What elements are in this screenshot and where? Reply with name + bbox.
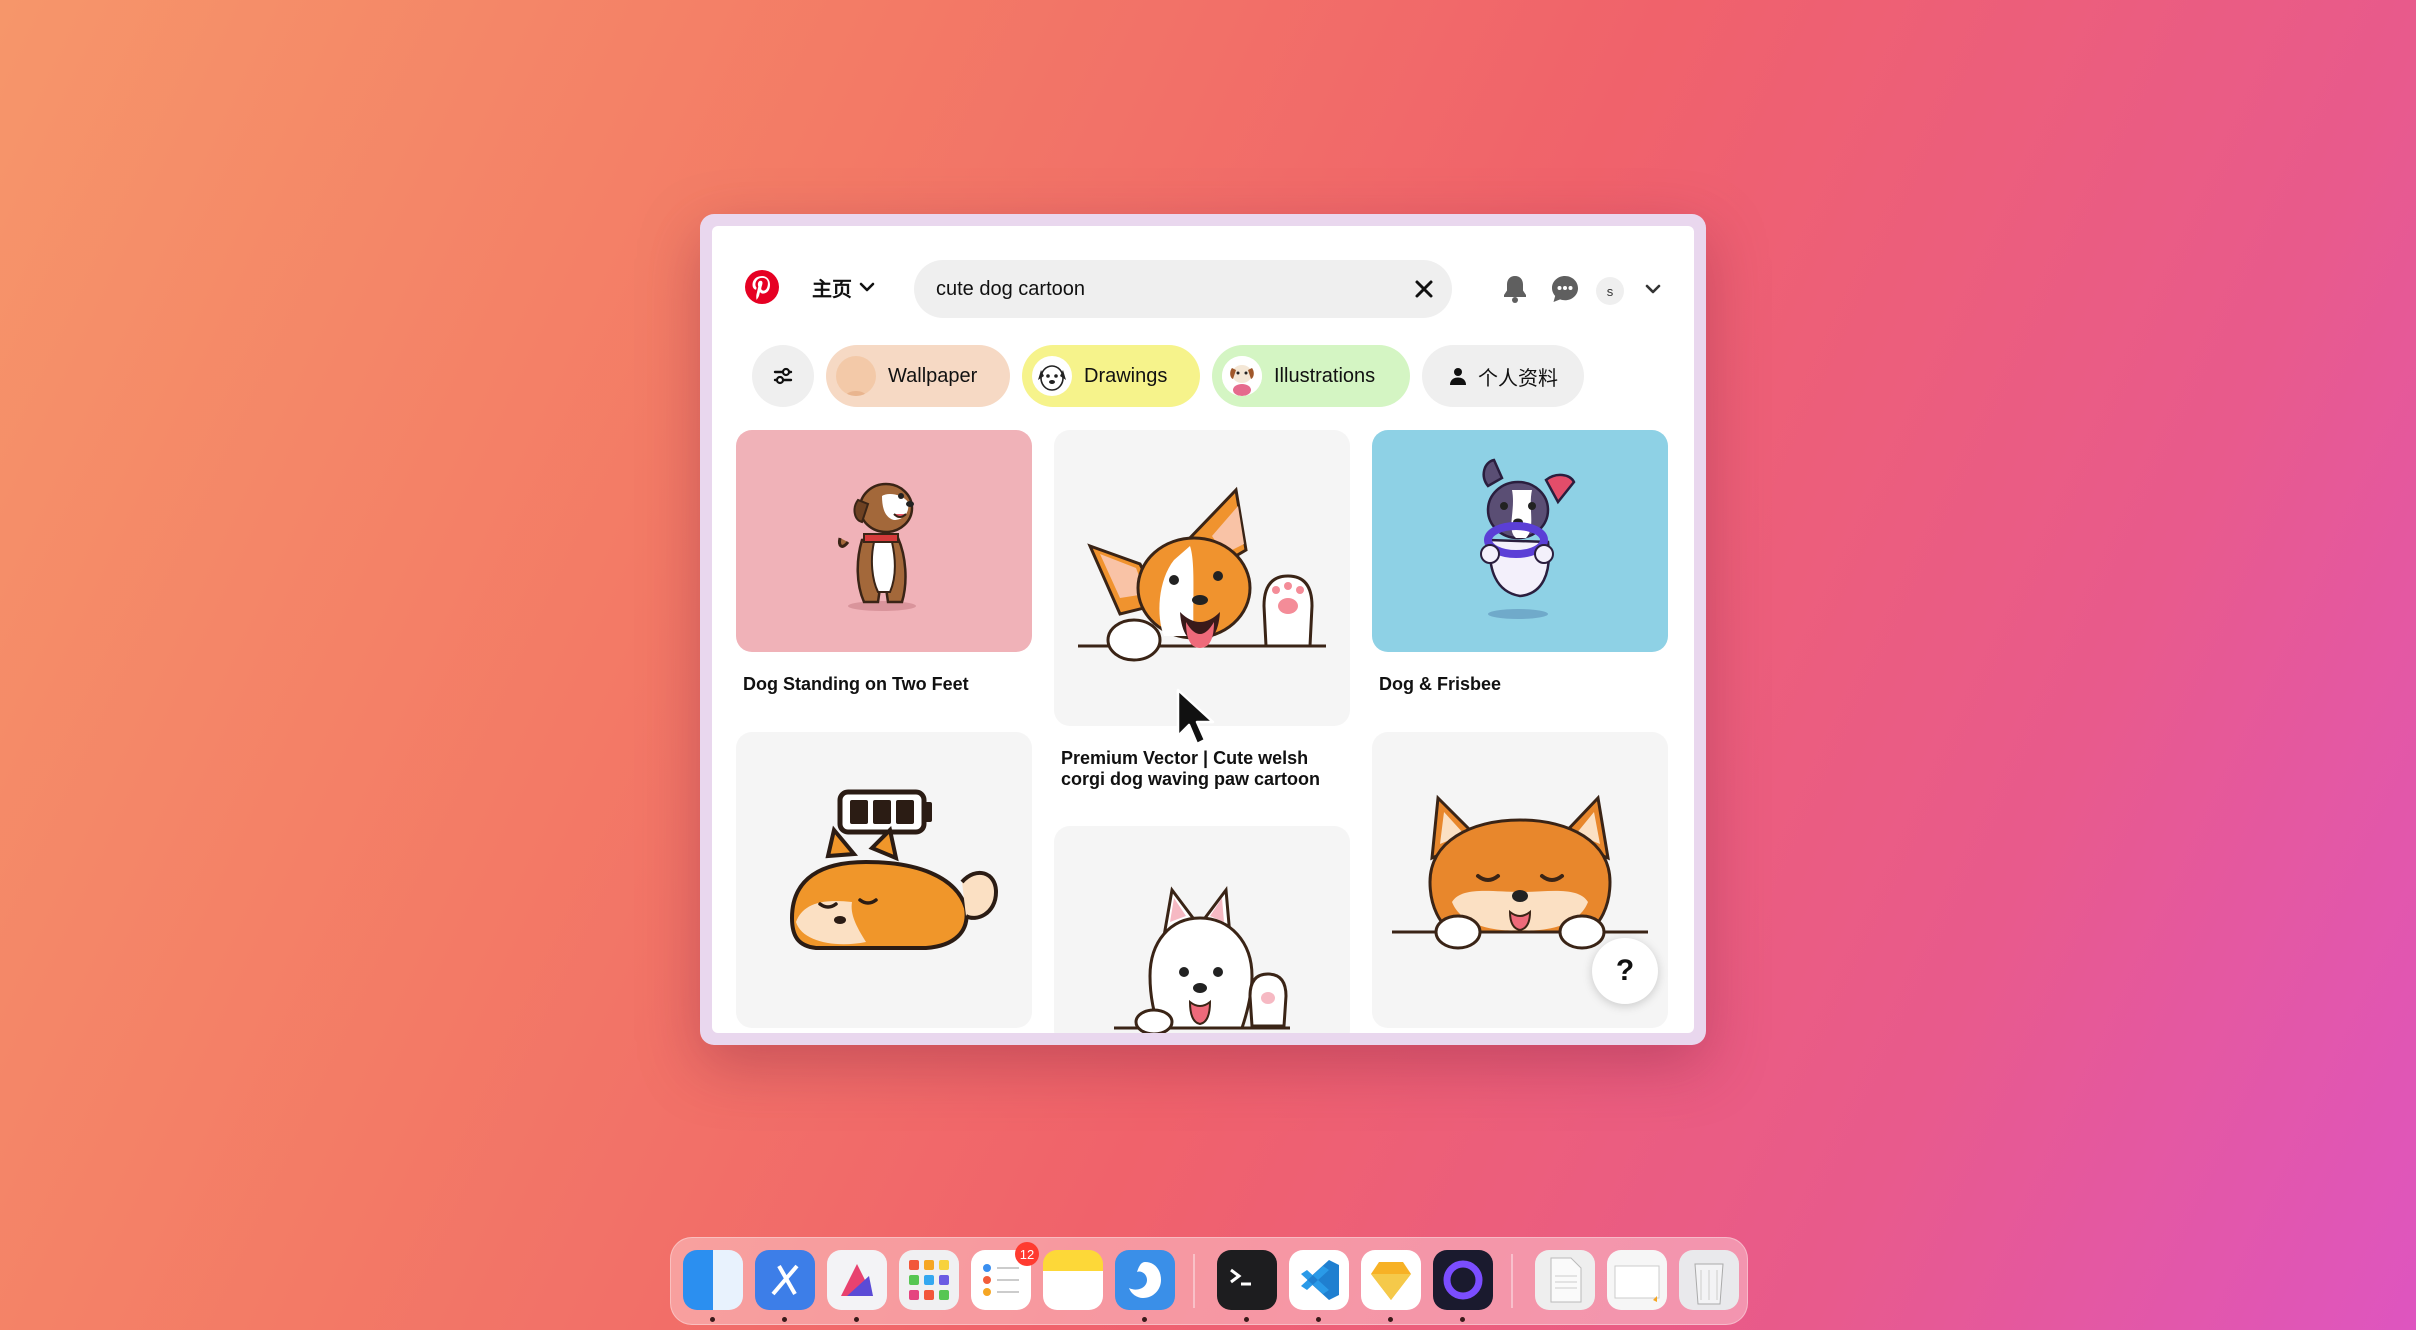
- filter-chip-wallpaper[interactable]: Wallpaper: [826, 345, 1010, 407]
- affinity-icon[interactable]: [827, 1250, 887, 1322]
- pinterest-page: 主页 s Wallpaper Drawings: [712, 226, 1694, 1033]
- filter-settings-button[interactable]: [752, 345, 814, 407]
- running-indicator: [1244, 1317, 1249, 1322]
- pin-title[interactable]: Premium Vector | Cute welsh corgi dog wa…: [1061, 748, 1351, 790]
- xcode-icon[interactable]: [755, 1250, 815, 1322]
- chevron-down-icon: [859, 282, 875, 292]
- reminders-icon[interactable]: 12: [971, 1242, 1039, 1310]
- browser-icon[interactable]: [1115, 1250, 1175, 1322]
- help-button[interactable]: ?: [1592, 938, 1658, 1004]
- sleeping-shiba-battery-illustration: [789, 789, 999, 950]
- filter-chip-drawings[interactable]: Drawings: [1022, 345, 1200, 407]
- filter-chip-profiles[interactable]: 个人资料: [1422, 345, 1584, 407]
- arc-icon[interactable]: [1433, 1250, 1493, 1322]
- illustrations-thumbnail: [1222, 356, 1262, 396]
- pin-card-image[interactable]: [1054, 826, 1350, 1033]
- messages-chat-icon[interactable]: [1548, 272, 1582, 306]
- user-avatar[interactable]: s: [1596, 277, 1624, 305]
- notifications-bell-icon[interactable]: [1498, 272, 1532, 306]
- running-indicator: [782, 1317, 787, 1322]
- search-bar[interactable]: [914, 260, 1452, 318]
- running-indicator: [710, 1317, 715, 1322]
- mouse-cursor-icon: [1176, 688, 1215, 746]
- pin-card-image[interactable]: [1372, 430, 1668, 652]
- filter-chip-label: Illustrations: [1274, 364, 1376, 387]
- pinterest-logo-icon[interactable]: [745, 270, 779, 304]
- drawings-thumbnail: [1032, 356, 1072, 396]
- vscode-icon[interactable]: [1289, 1250, 1349, 1322]
- filter-chip-illustrations[interactable]: Illustrations: [1212, 345, 1410, 407]
- wallpaper-thumbnail: [836, 356, 876, 396]
- help-label: ?: [1615, 954, 1635, 987]
- sliders-icon: [773, 367, 793, 385]
- filter-chip-label: 个人资料: [1478, 367, 1558, 390]
- folder-icon[interactable]: [1607, 1250, 1667, 1310]
- notification-badge: 12: [1015, 1242, 1039, 1266]
- pin-card-image[interactable]: [736, 430, 1032, 652]
- macos-dock: 12: [670, 1237, 1748, 1325]
- launchpad-icon[interactable]: [899, 1250, 959, 1310]
- filter-chip-label: Wallpaper: [888, 364, 978, 387]
- pin-card-image[interactable]: [736, 732, 1032, 1028]
- account-chevron-down-icon[interactable]: [1642, 278, 1664, 300]
- dog-frisbee-illustration: [1480, 458, 1576, 619]
- standing-dog-illustration: [838, 482, 916, 611]
- terminal-icon[interactable]: [1217, 1250, 1277, 1322]
- finder-icon[interactable]: [683, 1250, 743, 1322]
- running-indicator: [854, 1317, 859, 1322]
- sketch-icon[interactable]: [1361, 1250, 1421, 1322]
- running-indicator: [1388, 1317, 1393, 1322]
- corgi-waving-illustration: [1078, 486, 1326, 662]
- avatar-initial: s: [1606, 283, 1614, 299]
- home-label: 主页: [812, 278, 852, 301]
- pin-title[interactable]: Dog & Frisbee: [1379, 674, 1669, 695]
- dock-separator: [1193, 1254, 1195, 1308]
- running-indicator: [1460, 1317, 1465, 1322]
- search-input[interactable]: [934, 276, 1378, 302]
- notes-icon[interactable]: [1043, 1250, 1103, 1310]
- person-icon: [1450, 368, 1466, 385]
- clear-search-icon[interactable]: [1412, 277, 1436, 301]
- samoyed-peeking-illustration: [1114, 885, 1290, 1033]
- home-dropdown[interactable]: 主页: [812, 270, 876, 304]
- pin-card-image[interactable]: [1054, 430, 1350, 726]
- document-icon[interactable]: [1535, 1250, 1595, 1310]
- browser-window: 主页 s Wallpaper Drawings: [700, 214, 1706, 1045]
- running-indicator: [1316, 1317, 1321, 1322]
- pin-title[interactable]: Dog Standing on Two Feet: [743, 674, 1033, 695]
- dock-separator: [1511, 1254, 1513, 1308]
- filter-chip-label: Drawings: [1084, 364, 1168, 387]
- running-indicator: [1142, 1317, 1147, 1322]
- trash-icon[interactable]: [1679, 1250, 1739, 1310]
